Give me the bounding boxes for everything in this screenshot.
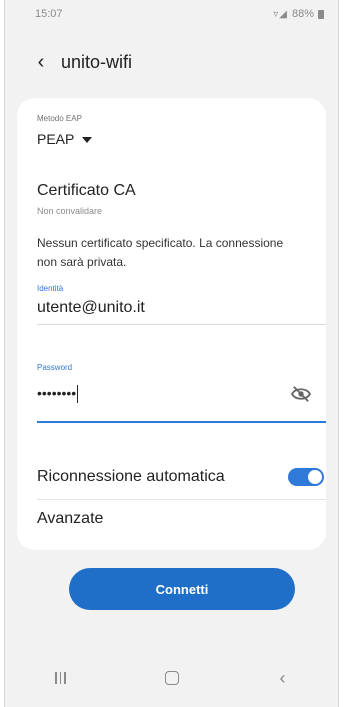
password-value: •••••••• [37,385,77,401]
battery-icon [318,9,324,19]
home-icon [164,671,179,685]
eap-method-value: PEAP [37,131,75,147]
divider [37,499,326,500]
back-button[interactable]: ‹ [21,42,61,82]
eap-method-dropdown[interactable]: PEAP [37,131,93,147]
nav-recents-button[interactable] [41,663,81,693]
nav-back-button[interactable]: ‹ [263,663,303,693]
identity-field[interactable]: utente@unito.it [37,299,145,317]
toggle-knob [308,470,322,484]
auto-reconnect-label: Riconnessione automatica [37,468,225,485]
password-field[interactable]: •••••••• [37,385,79,404]
back-icon: ‹ [279,667,286,688]
header: ‹ unito-wifi [5,42,338,82]
connect-button[interactable]: Connetti [69,568,295,610]
battery-level: 88% [291,8,314,20]
recents-icon [55,672,66,684]
advanced-settings[interactable]: Avanzate [37,510,103,528]
status-time: 15:07 [35,8,63,20]
signal-icon: ▿◢ [273,8,288,20]
ca-cert-warning: Nessun certificato specificato. La conne… [37,236,284,269]
eap-method-label: Metodo EAP [37,114,82,123]
caret-down-icon [82,136,93,143]
auto-reconnect-toggle[interactable] [288,468,324,486]
identity-underline [37,324,326,325]
identity-label: Identità [37,284,64,293]
settings-card: Metodo EAP PEAP Certificato CA Non conva… [17,98,326,550]
ca-cert-value: Non convalidare [37,206,103,216]
status-right: ▿◢ 88% [273,8,324,20]
password-label: Password [37,363,73,372]
text-cursor [77,385,79,404]
password-underline [37,421,326,423]
eye-off-icon[interactable] [290,385,312,403]
chevron-left-icon: ‹ [37,50,45,73]
page-title: unito-wifi [61,51,133,72]
ca-cert-title[interactable]: Certificato CA [37,182,136,200]
phone-screen: 15:07 ▿◢ 88% ‹ unito-wifi Metodo EAP PEA… [4,0,339,707]
status-bar: 15:07 ▿◢ 88% [5,0,338,30]
nav-home-button[interactable] [152,663,192,693]
navigation-bar: ‹ [5,649,338,707]
auto-reconnect-row[interactable]: Riconnessione automatica [37,460,326,500]
